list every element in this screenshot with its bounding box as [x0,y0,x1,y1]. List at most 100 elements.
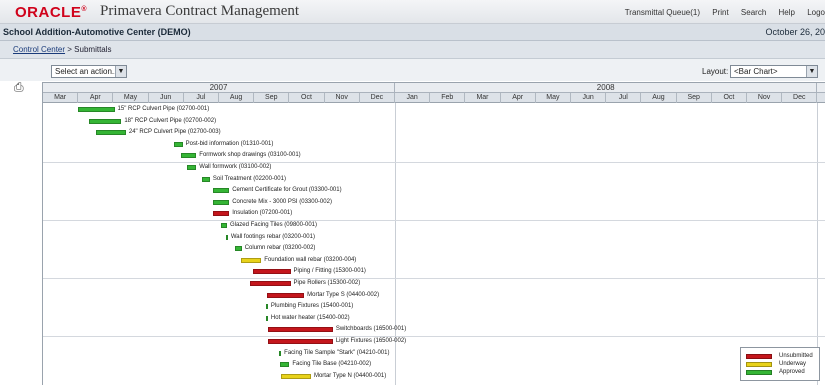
gantt-bar-label[interactable]: Plumbing Fixtures (15400-001) [271,303,353,310]
month-label: Oct [712,93,747,103]
gantt-bar-approved[interactable] [181,153,197,159]
gantt-bar-approved[interactable] [225,234,228,240]
gantt-bar-approved[interactable] [174,141,183,147]
gantt-bar-unsubmitted[interactable] [267,292,305,298]
chevron-down-icon: ▼ [115,66,126,77]
gantt-bar-label[interactable]: 18" RCP Culvert Pipe (02700-002) [124,118,216,125]
row-group-divider [43,162,825,163]
month-label: Apr [78,93,114,103]
month-header-row: Mar Apr May Jun Jul Aug Sep Oct Nov Dec Jan Feb Mar A… [43,93,825,103]
year-label-2007: 2007 [43,83,395,93]
gantt-bar-approved[interactable] [88,118,122,124]
action-select-value: Select an action... [55,67,119,76]
month-label: Apr [501,93,536,103]
project-bar: School Addition-Automotive Center (DEMO)… [0,24,825,41]
gantt-bar-underway[interactable] [240,257,262,263]
gantt-bar-label[interactable]: Mortar Type S (04400-002) [307,292,379,299]
gantt-bar-label[interactable]: Glazed Facing Tiles (09800-001) [230,222,317,229]
logout-link[interactable]: Logo [807,8,825,17]
month-label: Dec [360,93,395,103]
month-label: Jun [571,93,607,103]
gantt-bar-approved[interactable] [265,304,268,310]
gantt-bar-unsubmitted[interactable] [268,327,333,333]
breadcrumb-separator: > [67,45,72,54]
registered-mark: ® [81,6,88,13]
legend-swatch [746,362,772,367]
gantt-bar-label[interactable]: Piping / Fitting (15300-001) [294,268,366,275]
action-select[interactable]: Select an action... ▼ [51,65,127,78]
gantt-bar-approved[interactable] [265,315,268,321]
month-label: Nov [325,93,360,103]
help-link[interactable]: Help [779,8,795,17]
print-link[interactable]: Print [712,8,728,17]
legend-swatch [746,370,772,375]
oracle-logo: ORACLE® [15,4,87,21]
gantt-bar-approved[interactable] [201,176,210,182]
layout-select-value: <Bar Chart> [734,67,778,76]
breadcrumb-bar: Control Center > Submittals [0,41,825,59]
breadcrumb-control-center[interactable]: Control Center [13,45,65,54]
gantt-bar-label[interactable]: Facing Tile Base (04210-002) [292,361,371,368]
chart-legend: Unsubmitted Underway Approved [740,347,820,381]
month-label: Jul [184,93,219,103]
gantt-bar-approved[interactable] [234,246,242,252]
gantt-bar-label[interactable]: Column rebar (03200-002) [245,245,316,252]
gantt-bar-approved[interactable] [280,362,290,368]
gantt-bar-label[interactable]: Foundation wall rebar (03200-004) [264,257,356,264]
month-label: Aug [219,93,255,103]
brand-name: ORACLE [15,4,82,21]
month-label: May [536,93,571,103]
gantt-bar-label[interactable]: Switchboards (16500-001) [336,326,406,333]
printer-icon[interactable]: ⎙ [14,80,24,95]
month-label: Jun [149,93,184,103]
gantt-bar-unsubmitted[interactable] [249,281,291,286]
legend-label: Unsubmitted [779,353,813,359]
gantt-bar-label[interactable]: Concrete Mix - 3000 PSI (03300-002) [232,199,332,206]
month-label: Sep [254,93,290,103]
legend-label: Underway [779,361,807,367]
breadcrumb-current: Submittals [74,45,112,54]
gantt-bar-approved[interactable] [187,165,197,170]
gantt-bar-label[interactable]: 15" RCP Culvert Pipe (02700-001) [118,106,210,113]
gantt-bar-unsubmitted[interactable] [213,211,230,217]
gantt-bar-label[interactable]: Hot water heater (15400-002) [271,315,350,322]
gantt-bar-label[interactable]: Wall formwork (03100-002) [199,164,271,171]
month-label: Aug [641,93,677,103]
gantt-bar-unsubmitted[interactable] [268,339,333,344]
gantt-bar-label[interactable]: Facing Tile Sample "Stark" (04210-001) [284,350,389,357]
gantt-bar-underway[interactable] [281,373,311,379]
gantt-bar-label[interactable]: Insulation (07200-001) [232,210,292,217]
gantt-bar-label[interactable]: Mortar Type N (04400-001) [314,373,386,380]
month-label: Mar [465,93,501,103]
project-name: School Addition-Automotive Center (DEMO) [3,27,191,37]
month-label: Mar [43,93,79,103]
month-label: Nov [747,93,783,103]
gantt-bar-label[interactable]: Light Fixtures (16500-002) [336,338,406,345]
gantt-bar-label[interactable]: Soil Treatment (02200-001) [213,176,286,183]
year-label-2008: 2008 [395,83,818,93]
gantt-bar-label[interactable]: Formwork shop drawings (03100-001) [199,152,300,159]
project-date: October 26, 20 [765,27,825,37]
gantt-bar-approved[interactable] [278,350,282,356]
legend-swatch [746,354,772,359]
gantt-bar-approved[interactable] [95,130,126,136]
search-link[interactable]: Search [741,8,766,17]
gantt-bar-approved[interactable] [78,107,115,112]
transmittal-queue-link[interactable]: Transmittal Queue(1) [625,8,700,17]
gantt-bar-label[interactable]: Wall footings rebar (03200-001) [231,234,315,241]
layout-select[interactable]: <Bar Chart> ▼ [730,65,818,78]
gantt-bar-approved[interactable] [213,188,230,194]
gantt-bar-label[interactable]: 24" RCP Culvert Pipe (02700-003) [129,129,221,136]
gantt-bar-unsubmitted[interactable] [253,269,291,275]
product-name: Primavera Contract Management [100,3,300,19]
month-label: Feb [430,93,466,103]
year-divider [817,103,819,385]
legend-label: Approved [779,369,805,375]
gantt-bar-label[interactable]: Pipe Rollers (15300-002) [294,280,361,287]
gantt-bar-label[interactable]: Post-bid information (01310-001) [186,141,274,148]
gantt-bar-approved[interactable] [213,199,230,205]
app-header: ORACLE® Primavera Contract Management Tr… [0,0,825,24]
gantt-bar-approved[interactable] [221,223,227,228]
header-links: Transmittal Queue(1) Print Search Help L… [615,8,825,17]
gantt-bar-label[interactable]: Cement Certificate for Grout (03300-001) [232,187,341,194]
